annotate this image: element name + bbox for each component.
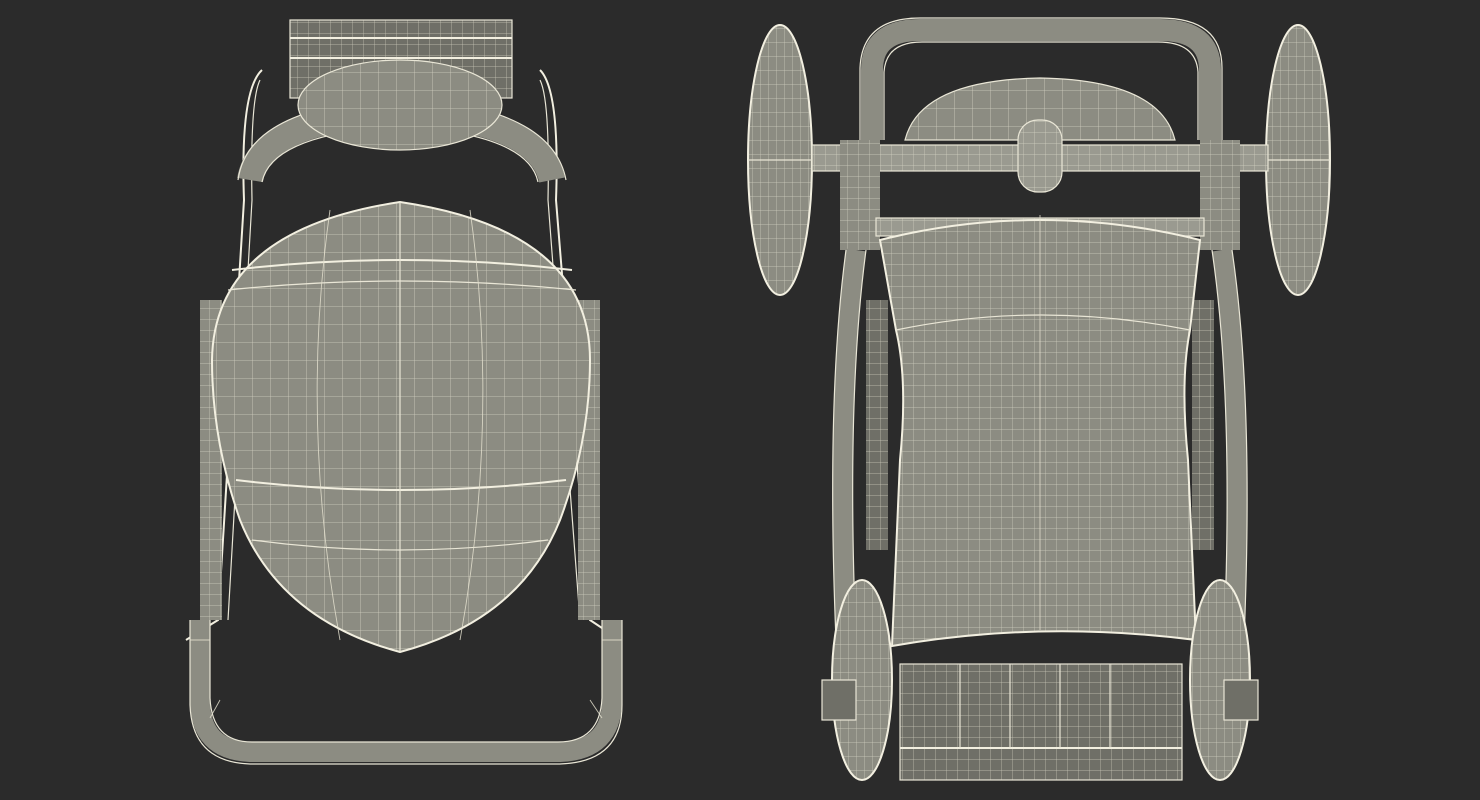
stroller-top-view (185, 19, 623, 765)
stroller-bottom-view (747, 17, 1331, 781)
front-basket (899, 663, 1183, 781)
render-viewport (0, 0, 1480, 800)
canopy (210, 200, 592, 654)
front-wheel-left (821, 579, 893, 781)
wireframe-render (185, 17, 1331, 781)
rear-wheel-left (747, 24, 813, 296)
front-wheel-right (1189, 579, 1259, 781)
rear-wheel-right (1265, 24, 1331, 296)
seat-underside (878, 215, 1202, 648)
seat-back (297, 59, 503, 151)
